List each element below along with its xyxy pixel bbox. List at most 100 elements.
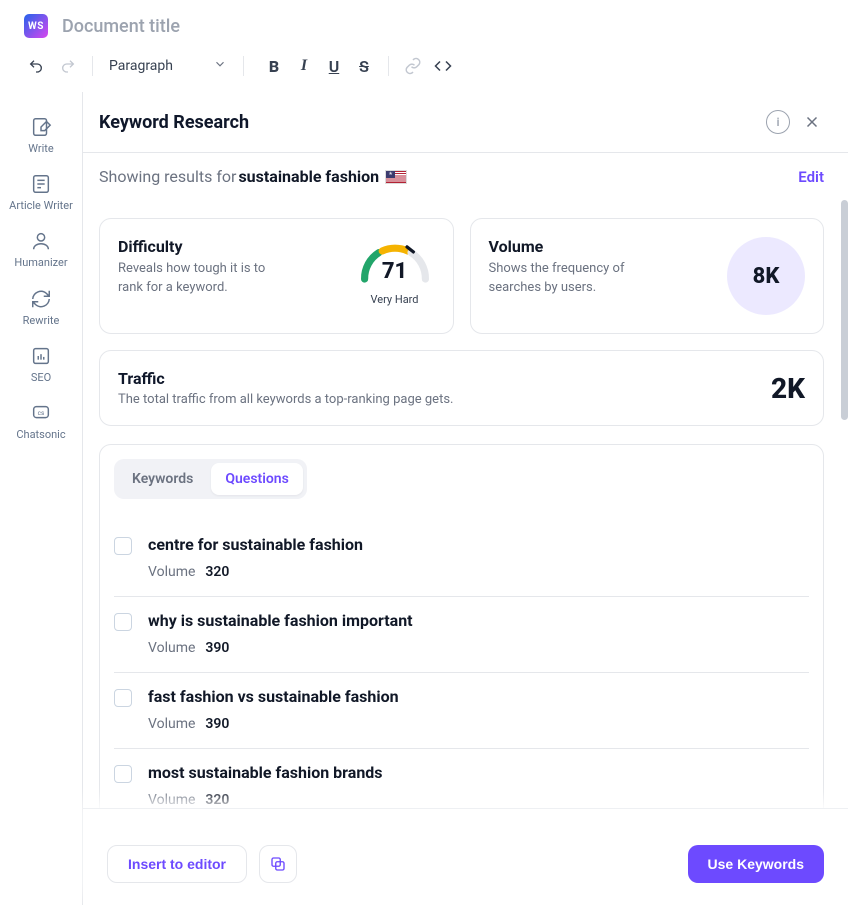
chart-icon <box>30 345 52 367</box>
chat-icon: cs <box>30 402 52 424</box>
code-button[interactable] <box>429 52 457 80</box>
sidebar-item-write[interactable]: Write <box>9 108 73 161</box>
difficulty-value: 71 <box>355 259 435 284</box>
volume-value: 390 <box>205 716 229 732</box>
question-text: why is sustainable fashion important <box>148 611 809 630</box>
volume-value: 390 <box>205 640 229 656</box>
volume-title: Volume <box>489 237 714 256</box>
app-header: WS Document title <box>0 0 848 46</box>
link-icon <box>404 57 422 75</box>
tabs: Keywords Questions <box>114 459 307 499</box>
checkbox[interactable] <box>114 613 132 631</box>
bold-icon: B <box>269 57 279 76</box>
code-icon <box>434 57 452 75</box>
question-text: centre for sustainable fashion <box>148 535 809 554</box>
use-keywords-button[interactable]: Use Keywords <box>688 845 824 883</box>
tab-keywords[interactable]: Keywords <box>118 463 207 495</box>
document-title[interactable]: Document title <box>62 16 180 37</box>
copy-button[interactable] <box>259 845 297 883</box>
checkbox[interactable] <box>114 537 132 555</box>
bold-button[interactable]: B <box>260 52 288 80</box>
paragraph-style-select[interactable]: Paragraph <box>103 53 233 79</box>
traffic-title: Traffic <box>118 369 771 388</box>
panel-header: Keyword Research i <box>83 92 848 153</box>
close-button[interactable] <box>800 110 824 134</box>
undo-icon <box>28 58 44 74</box>
undo-button[interactable] <box>22 52 50 80</box>
action-bar: Insert to editor Use Keywords <box>83 808 848 905</box>
refresh-icon <box>30 288 52 310</box>
difficulty-gauge: 71 Very Hard <box>355 237 435 315</box>
link-button[interactable] <box>399 52 427 80</box>
article-icon <box>30 173 52 195</box>
volume-desc: Shows the frequency of searches by users… <box>489 260 649 298</box>
volume-value: 320 <box>205 564 229 580</box>
sidebar-item-rewrite[interactable]: Rewrite <box>9 280 73 333</box>
info-button[interactable]: i <box>766 110 790 134</box>
redo-button[interactable] <box>54 52 82 80</box>
difficulty-label: Very Hard <box>370 293 418 306</box>
editor-toolbar: Paragraph B I U S <box>0 46 848 92</box>
workspace: Write Article Writer Humanizer Rewrite S… <box>0 92 848 905</box>
sidebar-item-seo[interactable]: SEO <box>9 337 73 390</box>
sidebar-item-chatsonic[interactable]: cs Chatsonic <box>9 394 73 447</box>
questions-list: centre for sustainable fashion Volume 32… <box>114 521 809 824</box>
metrics-row: Difficulty Reveals how tough it is to ra… <box>99 218 824 334</box>
svg-text:cs: cs <box>38 409 45 417</box>
info-icon: i <box>776 115 779 129</box>
volume-card: Volume Shows the frequency of searches b… <box>470 218 825 334</box>
underline-icon: U <box>329 57 340 76</box>
volume-value: 320 <box>205 792 229 808</box>
scrollbar-thumb[interactable] <box>841 200 848 420</box>
sidebar-item-label: Chatsonic <box>16 428 65 441</box>
volume-label: Volume <box>148 716 195 732</box>
edit-link[interactable]: Edit <box>798 168 824 186</box>
list-item: fast fashion vs sustainable fashion Volu… <box>114 673 809 749</box>
strikethrough-button[interactable]: S <box>350 52 378 80</box>
volume-label: Volume <box>148 640 195 656</box>
volume-label: Volume <box>148 792 195 808</box>
copy-icon <box>269 855 287 873</box>
strikethrough-icon: S <box>359 57 369 76</box>
volume-value: 8K <box>727 237 805 315</box>
us-flag-icon <box>385 170 407 184</box>
sidebar-item-humanizer[interactable]: Humanizer <box>9 222 73 275</box>
italic-icon: I <box>301 57 307 75</box>
keywords-panel: Keywords Questions centre for sustainabl… <box>99 444 824 825</box>
difficulty-desc: Reveals how tough it is to rank for a ke… <box>118 260 278 298</box>
scroll-area[interactable]: Difficulty Reveals how tough it is to ra… <box>83 200 848 905</box>
traffic-card: Traffic The total traffic from all keywo… <box>99 350 824 426</box>
results-bar: Showing results for sustainable fashion … <box>83 153 848 200</box>
difficulty-card: Difficulty Reveals how tough it is to ra… <box>99 218 454 334</box>
redo-icon <box>60 58 76 74</box>
underline-button[interactable]: U <box>320 52 348 80</box>
list-item: centre for sustainable fashion Volume 32… <box>114 521 809 597</box>
sidebar-item-article-writer[interactable]: Article Writer <box>9 165 73 218</box>
keyword-research-panel: Keyword Research i Showing results for s… <box>83 92 848 905</box>
close-icon <box>803 113 821 131</box>
sidebar-item-label: Write <box>28 142 53 155</box>
write-icon <box>30 116 52 138</box>
checkbox[interactable] <box>114 689 132 707</box>
traffic-value: 2K <box>771 372 805 405</box>
toolbar-separator <box>92 56 93 76</box>
paragraph-style-label: Paragraph <box>109 58 173 74</box>
chevron-down-icon <box>213 57 227 75</box>
checkbox[interactable] <box>114 765 132 783</box>
traffic-desc: The total traffic from all keywords a to… <box>118 392 771 407</box>
insert-to-editor-button[interactable]: Insert to editor <box>107 845 247 883</box>
tab-questions[interactable]: Questions <box>211 463 302 495</box>
sidebar-item-label: Humanizer <box>14 256 67 269</box>
sidebar-item-label: SEO <box>31 371 51 384</box>
toolbar-separator <box>243 56 244 76</box>
panel-title: Keyword Research <box>99 112 756 133</box>
results-prefix: Showing results for <box>99 167 236 186</box>
difficulty-title: Difficulty <box>118 237 341 256</box>
question-text: most sustainable fashion brands <box>148 763 809 782</box>
toolbar-separator <box>388 56 389 76</box>
italic-button[interactable]: I <box>290 52 318 80</box>
volume-label: Volume <box>148 564 195 580</box>
left-sidebar: Write Article Writer Humanizer Rewrite S… <box>0 92 83 905</box>
results-keyword: sustainable fashion <box>238 167 379 186</box>
person-icon <box>30 230 52 252</box>
